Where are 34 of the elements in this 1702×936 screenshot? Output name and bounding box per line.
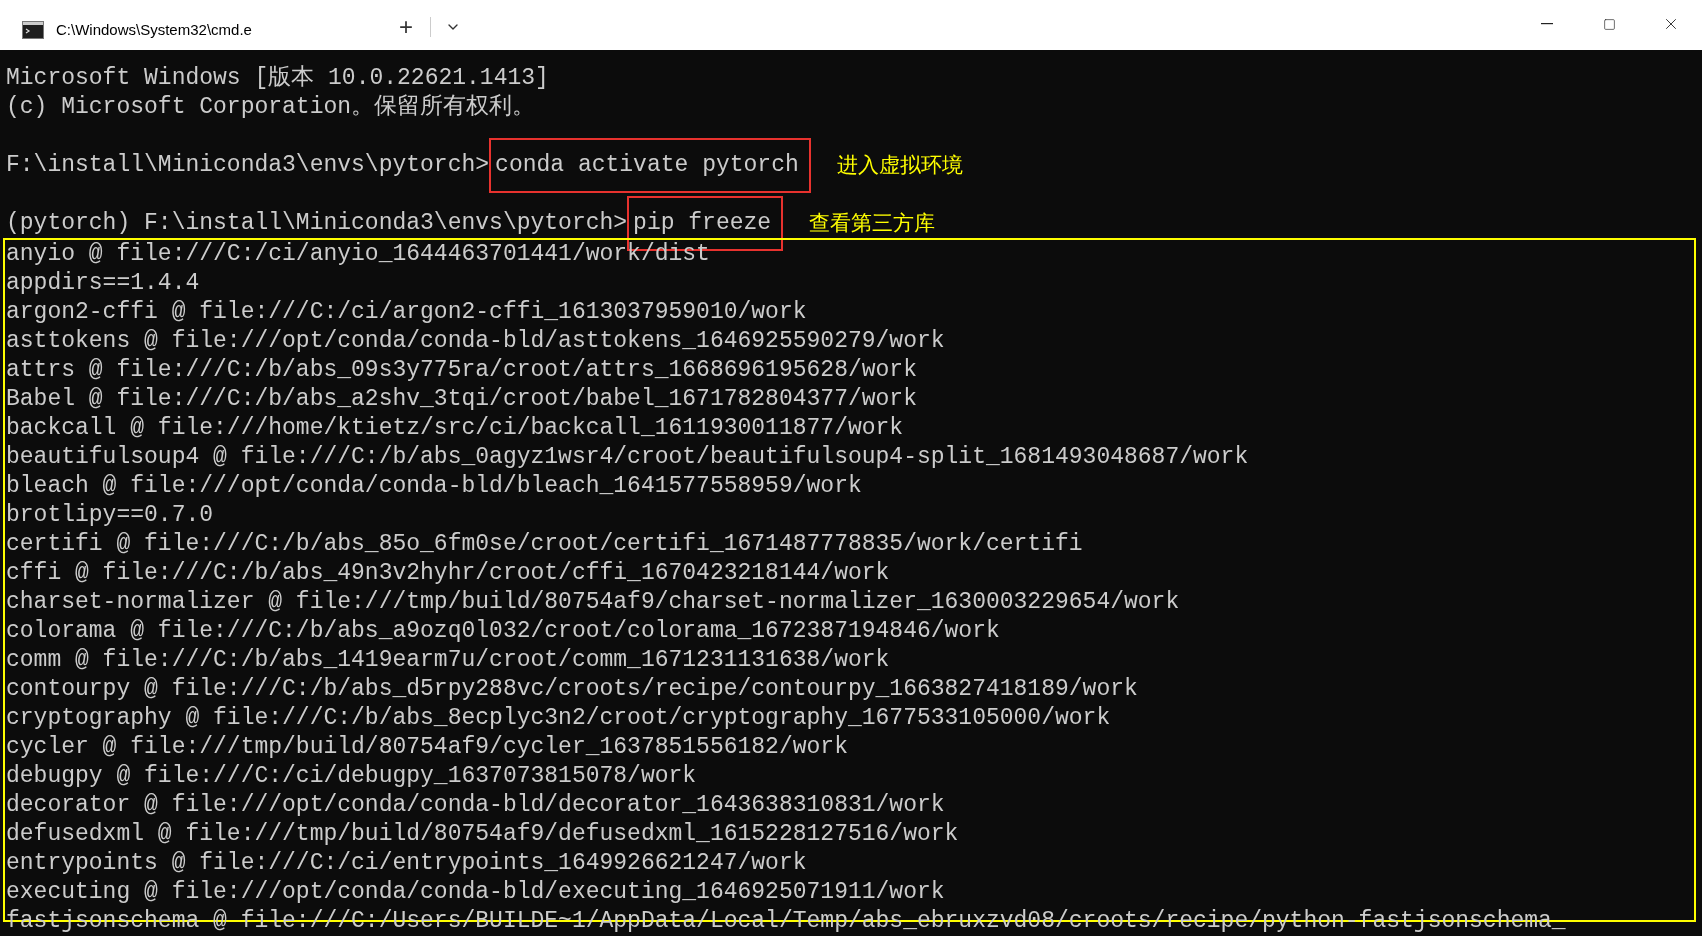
terminal-line: Babel @ file:///C:/b/abs_a2shv_3tqi/croot/babel_1671782804377/work xyxy=(6,385,917,414)
terminal-line: comm @ file:///C:/b/abs_1419earm7u/croot/comm_1671231131638/work xyxy=(6,646,890,675)
terminal-line: defusedxml @ file:///tmp/build/80754af9/defusedxml_1615228127516/work xyxy=(6,820,959,849)
terminal-line: colorama @ file:///C:/b/abs_a9ozq0l032/croot/colorama_1672387194846/work xyxy=(6,617,1000,646)
annotation-label: 查看第三方库 xyxy=(809,210,936,237)
terminal-line: argon2-cffi @ file:///C:/ci/argon2-cffi_1613037959010/work xyxy=(6,298,807,327)
terminal-line: entrypoints @ file:///C:/ci/entrypoints_1649926621247/work xyxy=(6,849,807,878)
terminal-line: brotlipy==0.7.0 xyxy=(6,501,214,530)
highlighted-command: conda activate pytorch xyxy=(489,138,811,193)
prompt-text: (pytorch) F:\install\Miniconda3\envs\pytorch> xyxy=(6,209,628,238)
terminal-line: Microsoft Windows [版本 10.0.22621.1413] xyxy=(6,64,549,93)
terminal-line: cffi @ file:///C:/b/abs_49n3v2hyhr/croot/cffi_1670423218144/work xyxy=(6,559,890,588)
terminal-line: executing @ file:///opt/conda/conda-bld/executing_1646925071911/work xyxy=(6,878,945,907)
terminal-line: debugpy @ file:///C:/ci/debugpy_1637073815078/work xyxy=(6,762,697,791)
terminal-line: bleach @ file:///opt/conda/conda-bld/bleach_1641577558959/work xyxy=(6,472,862,501)
new-tab-button[interactable]: + xyxy=(388,11,424,43)
terminal-line: certifi @ file:///C:/b/abs_85o_6fm0se/croot/certifi_1671487778835/work/certifi xyxy=(6,530,1083,559)
terminal-line: charset-normalizer @ file:///tmp/build/80754af9/charset-normalizer_1630003229654/work xyxy=(6,588,1180,617)
terminal-line: contourpy @ file:///C:/b/abs_d5rpy288vc/croots/recipe/contourpy_1663827418189/work xyxy=(6,675,1138,704)
terminal-line: cryptography @ file:///C:/b/abs_8ecplyc3n2/croot/cryptography_1677533105000/work xyxy=(6,704,1111,733)
terminal-line: appdirs==1.4.4 xyxy=(6,269,200,298)
terminal-line: (c) Microsoft Corporation。保留所有权利。 xyxy=(6,93,536,122)
terminal-line: cycler @ file:///tmp/build/80754af9/cycler_1637851556182/work xyxy=(6,733,848,762)
maximize-icon xyxy=(1602,17,1616,31)
tab-title: C:\Windows\System32\cmd.e xyxy=(56,19,252,40)
terminal-line: attrs @ file:///C:/b/abs_09s3y775ra/croot/attrs_1668696195628/work xyxy=(6,356,917,385)
console-icon xyxy=(22,21,44,39)
terminal-line: decorator @ file:///opt/conda/conda-bld/decorator_1643638310831/work xyxy=(6,791,945,820)
terminal-line: beautifulsoup4 @ file:///C:/b/abs_0agyz1wsr4/croot/beautifulsoup4-split_1681493048687/work xyxy=(6,443,1249,472)
terminal-line: backcall @ file:///home/ktietz/src/ci/backcall_1611930011877/work xyxy=(6,414,904,443)
prompt-text: F:\install\Miniconda3\envs\pytorch> xyxy=(6,151,490,180)
minimize-icon xyxy=(1541,23,1553,25)
annotation-label: 进入虚拟环境 xyxy=(836,152,963,179)
terminal-line: asttokens @ file:///opt/conda/conda-bld/asttokens_1646925590279/work xyxy=(6,327,945,356)
